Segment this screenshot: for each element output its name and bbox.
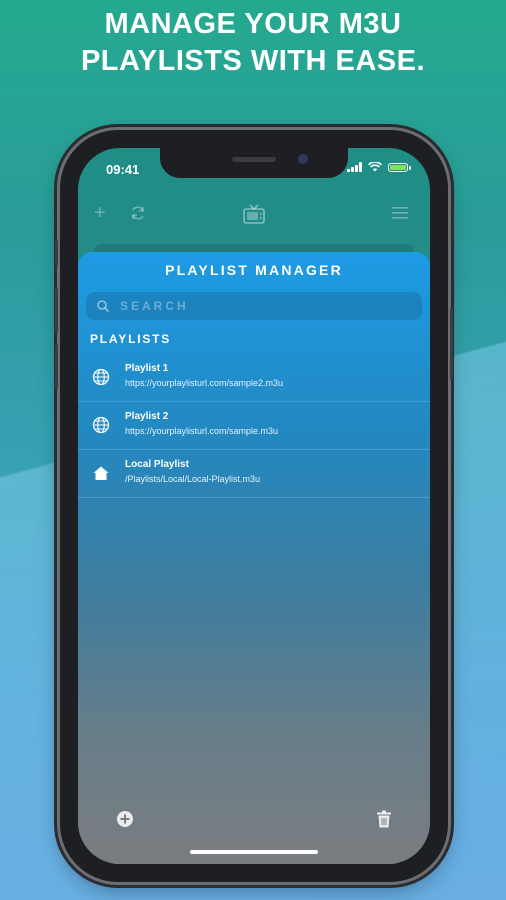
add-icon[interactable]: + — [94, 203, 106, 223]
list-menu-icon[interactable] — [392, 206, 408, 220]
cellular-signal-icon — [347, 162, 362, 172]
silent-switch — [55, 240, 58, 266]
notch — [160, 148, 348, 178]
status-time: 09:41 — [106, 162, 140, 177]
playlist-row-3[interactable]: Local Playlist /Playlists/Local/Local-Pl… — [78, 450, 430, 498]
headline-line-1: MANAGE YOUR M3U — [104, 8, 402, 40]
search-icon — [97, 300, 110, 313]
speaker-grille — [232, 157, 276, 162]
home-icon — [93, 466, 109, 480]
playlist-url: /Playlists/Local/Local-Playlist.m3u — [125, 474, 261, 484]
status-icons — [347, 162, 411, 172]
globe-icon — [92, 368, 110, 386]
power-button — [450, 308, 453, 380]
playlist-name: Playlist 2 — [125, 411, 169, 422]
wifi-icon — [368, 162, 382, 172]
refresh-icon[interactable] — [130, 205, 146, 221]
playlist-list: Playlist 1 https://yourplaylisturl.com/s… — [78, 354, 430, 498]
search-field[interactable] — [86, 292, 422, 320]
globe-icon — [92, 416, 110, 434]
section-label-playlists: PLAYLISTS — [90, 332, 172, 346]
app-toolbar: + — [78, 203, 430, 233]
playlist-url: https://yourplaylisturl.com/sample2.m3u — [125, 378, 284, 388]
playlist-name: Playlist 1 — [125, 363, 169, 374]
add-circle-icon[interactable] — [116, 810, 134, 828]
volume-down-button — [55, 344, 58, 390]
playlist-url: https://yourplaylisturl.com/sample.m3u — [125, 426, 279, 436]
playlist-name: Local Playlist — [125, 459, 189, 470]
phone-screen: 09:41 + PLAYLIST MANAGER SEARCH PLAYLIST… — [78, 148, 430, 864]
volume-up-button — [55, 288, 58, 334]
front-camera — [298, 154, 308, 164]
battery-icon — [388, 162, 411, 172]
playlist-row-1[interactable]: Playlist 1 https://yourplaylisturl.com/s… — [78, 354, 430, 402]
trash-icon[interactable] — [376, 810, 392, 828]
search-input[interactable] — [118, 298, 402, 314]
playlist-row-2[interactable]: Playlist 2 https://yourplaylisturl.com/s… — [78, 402, 430, 450]
home-indicator[interactable] — [190, 850, 318, 854]
tv-icon[interactable] — [242, 203, 266, 225]
headline: MANAGE YOUR M3U PLAYLISTS WITH EASE. — [0, 6, 506, 80]
headline-line-2: PLAYLISTS WITH EASE. — [80, 45, 426, 77]
playlist-manager-sheet: PLAYLIST MANAGER PLAYLISTS Playlist 1 — [78, 252, 430, 864]
sheet-title: PLAYLIST MANAGER — [165, 262, 343, 278]
phone-frame: 09:41 + PLAYLIST MANAGER SEARCH PLAYLIST… — [55, 130, 453, 882]
